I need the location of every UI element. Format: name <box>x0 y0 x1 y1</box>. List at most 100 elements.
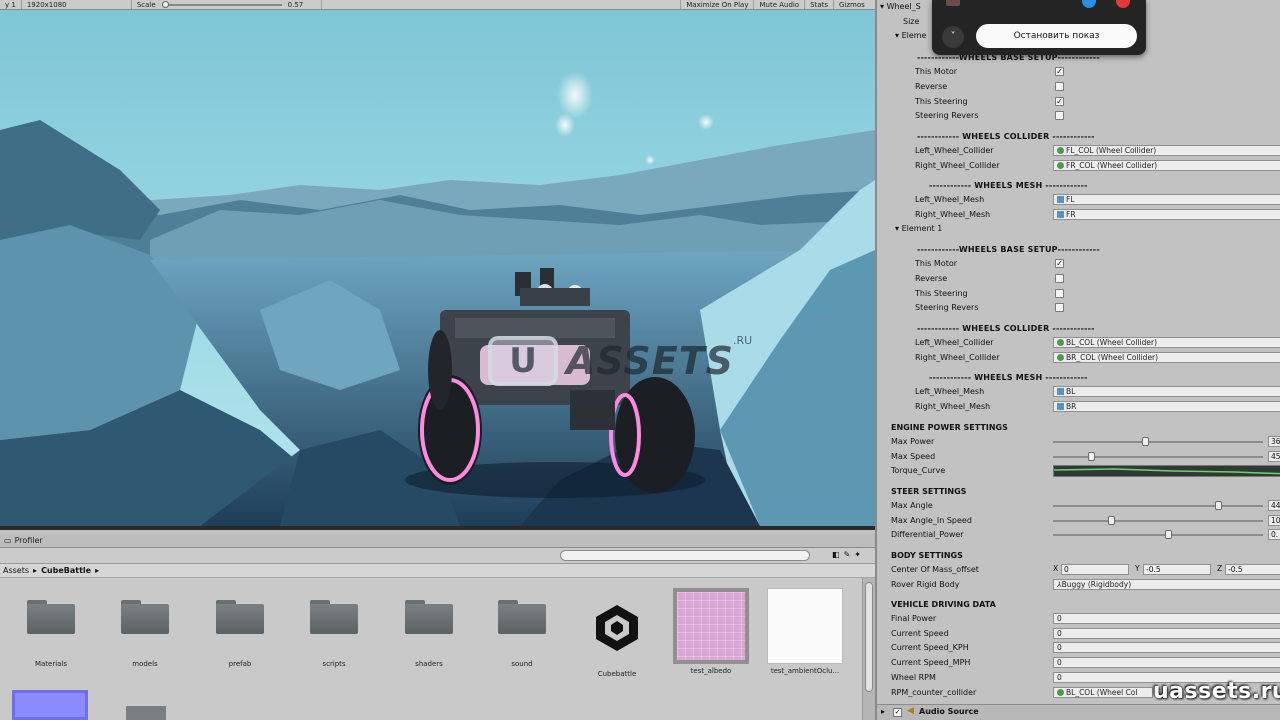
breadcrumb-assets[interactable]: Assets <box>3 566 29 575</box>
asset-folder-shaders[interactable]: shaders <box>384 578 474 668</box>
resolution-dropdown[interactable]: 1920x1080 <box>22 0 132 9</box>
max-angle-slider[interactable]: 44 <box>1053 500 1280 511</box>
share-red-indicator[interactable] <box>1116 0 1130 8</box>
assets-scrollbar-thumb[interactable] <box>865 582 873 692</box>
asset-folder-sound[interactable]: sound <box>477 578 567 668</box>
max-angle-value[interactable]: 44 <box>1268 500 1280 511</box>
mute-audio-button[interactable]: Mute Audio <box>753 0 804 9</box>
e1-this-steering-checkbox[interactable] <box>1055 289 1064 298</box>
max-power-knob[interactable] <box>1142 437 1150 446</box>
com-x-field[interactable]: 0 <box>1061 564 1129 575</box>
filter-label-icon[interactable]: ✎ <box>844 550 851 559</box>
max-speed-knob[interactable] <box>1087 452 1095 461</box>
e1-this-motor-checkbox[interactable]: ✓ <box>1055 259 1064 268</box>
max-angle-speed-knob[interactable] <box>1107 516 1115 525</box>
element0-foldout[interactable]: ▾ Eleme <box>895 31 926 40</box>
chevron-down-icon[interactable]: ˅ <box>942 26 964 48</box>
max-power-slider[interactable]: 36 <box>1053 436 1280 447</box>
e1-wheels-collider-header: ------------ WHEELS COLLIDER -----------… <box>917 324 1095 333</box>
asset-texture-blue-partial[interactable] <box>12 690 88 720</box>
e1-left-wheel-mesh-field[interactable]: BL <box>1053 386 1280 397</box>
project-search-input[interactable] <box>560 550 810 561</box>
e1-right-wheel-collider-field[interactable]: BR_COL (Wheel Collider) <box>1053 352 1280 363</box>
element1-foldout[interactable]: ▾ Element 1 <box>895 224 942 233</box>
foldout-arrow-icon[interactable]: ▸ <box>881 707 885 716</box>
texture-thumbnail <box>767 588 843 664</box>
assets-scrollbar[interactable] <box>862 578 875 720</box>
game-view[interactable]: U ASSETS .RU <box>0 10 875 530</box>
rpm-counter-collider-field[interactable]: BL_COL (Wheel Col <box>1053 687 1153 698</box>
asset-folder-models[interactable]: models <box>100 578 190 668</box>
scale-slider-knob[interactable] <box>161 0 169 8</box>
stop-sharing-button[interactable]: Остановить показ <box>976 24 1137 48</box>
e0-this-motor-checkbox[interactable]: ✓ <box>1055 67 1064 76</box>
rover-rigid-body-field[interactable]: ⅄Buggy (Rigidbody) <box>1053 579 1280 590</box>
mesh-icon <box>1057 388 1064 395</box>
asset-label: test_albedo <box>690 667 732 675</box>
e0-left-wheel-collider-field[interactable]: FL_COL (Wheel Collider) <box>1053 145 1280 156</box>
e1-steering-revers-checkbox[interactable] <box>1055 303 1064 312</box>
unity-editor-window: y 1 1920x1080 Scale 0.57 Maximize On Pla… <box>0 0 1280 720</box>
asset-scene-cubebattle[interactable]: Cubebattle <box>572 578 662 678</box>
component-enable-checkbox[interactable]: ✓ <box>893 708 902 717</box>
filter-type-icon[interactable]: ◧ <box>832 550 840 559</box>
max-angle-speed-value[interactable]: 10 <box>1268 515 1280 526</box>
wheel-settings-foldout[interactable]: ▾ Wheel_S <box>880 2 921 11</box>
max-angle-knob[interactable] <box>1215 501 1223 510</box>
e0-steering-revers-checkbox[interactable] <box>1055 111 1064 120</box>
e1-right-wheel-mesh-value: BR <box>1066 402 1077 411</box>
scale-slider[interactable] <box>161 0 282 8</box>
asset-label: Cubebattle <box>597 670 637 678</box>
com-y-field[interactable]: -0.5 <box>1143 564 1211 575</box>
gizmos-button[interactable]: Gizmos <box>833 0 875 9</box>
folder-icon <box>405 600 453 634</box>
com-z-field[interactable]: -0.5 <box>1225 564 1280 575</box>
max-angle-speed-slider[interactable]: 10 <box>1053 515 1280 526</box>
e1-left-wheel-mesh-label: Left_Wheel_Mesh <box>915 387 985 396</box>
max-speed-label: Max Speed <box>891 452 936 461</box>
star-icon[interactable]: ✦ <box>854 550 861 559</box>
e0-left-wheel-mesh-field[interactable]: FL <box>1053 194 1280 205</box>
e0-this-motor-label: This Motor <box>915 67 958 76</box>
e1-reverse-checkbox[interactable] <box>1055 274 1064 283</box>
e1-left-wheel-collider-field[interactable]: BL_COL (Wheel Collider) <box>1053 337 1280 348</box>
share-blue-indicator[interactable] <box>1082 0 1096 8</box>
max-speed-value[interactable]: 45 <box>1268 451 1280 462</box>
site-watermark: uassets.ru <box>1153 679 1280 704</box>
profiler-tab[interactable]: ▭ Profiler <box>0 534 875 548</box>
breadcrumb-cubebattle[interactable]: CubeBattle <box>41 566 91 575</box>
differential-power-slider[interactable]: 0. <box>1053 529 1280 540</box>
audio-source-component-header[interactable]: ▸ ✓ ◀ Audio Source <box>877 704 1280 720</box>
e0-reverse-checkbox[interactable] <box>1055 82 1064 91</box>
asset-texture-test-ambient[interactable]: test_ambientOclu... <box>760 578 850 675</box>
current-speed-field[interactable]: 0 <box>1053 628 1280 639</box>
current-speed-kph-field[interactable]: 0 <box>1053 642 1280 653</box>
final-power-label: Final Power <box>891 614 937 623</box>
maximize-on-play-button[interactable]: Maximize On Play <box>680 0 753 9</box>
max-power-value[interactable]: 36 <box>1268 436 1280 447</box>
stats-button[interactable]: Stats <box>804 0 833 9</box>
torque-curve-field[interactable] <box>1053 465 1280 477</box>
current-speed-mph-field[interactable]: 0 <box>1053 657 1280 668</box>
e0-right-wheel-collider-field[interactable]: FR_COL (Wheel Collider) <box>1053 160 1280 171</box>
asset-texture-test-albedo[interactable]: test_albedo <box>666 578 756 675</box>
com-x-axis-label: X <box>1053 564 1059 573</box>
max-speed-slider[interactable]: 45 <box>1053 451 1280 462</box>
element1-label: Element 1 <box>901 224 943 233</box>
e0-right-wheel-collider-value: FR_COL (Wheel Collider) <box>1066 161 1158 170</box>
differential-power-knob[interactable] <box>1164 530 1172 539</box>
e0-this-steering-checkbox[interactable]: ✓ <box>1055 97 1064 106</box>
asset-folder-prefab[interactable]: prefab <box>195 578 285 668</box>
e1-right-wheel-mesh-field[interactable]: BR <box>1053 401 1280 412</box>
display-dropdown[interactable]: y 1 <box>0 0 22 9</box>
mesh-icon <box>1057 196 1064 203</box>
asset-folder-scripts[interactable]: scripts <box>289 578 379 668</box>
final-power-field[interactable]: 0 <box>1053 613 1280 624</box>
e0-right-wheel-mesh-field[interactable]: FR <box>1053 209 1280 220</box>
e1-left-wheel-collider-value: BL_COL (Wheel Collider) <box>1066 338 1158 347</box>
breadcrumb-separator: ▸ <box>95 566 100 575</box>
project-toolbar: ◧ ✎ ✦ <box>0 548 875 564</box>
asset-file-partial[interactable] <box>126 706 166 720</box>
differential-power-value[interactable]: 0. <box>1268 529 1280 540</box>
asset-folder-materials[interactable]: Materials <box>6 578 96 668</box>
